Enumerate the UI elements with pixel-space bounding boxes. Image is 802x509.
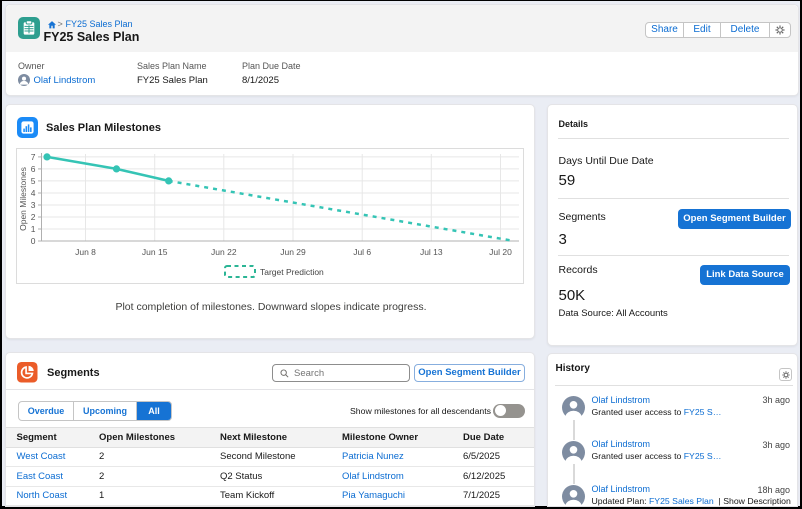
svg-text:0: 0 — [31, 236, 36, 246]
svg-text:Jun 22: Jun 22 — [211, 247, 237, 257]
svg-text:Open Milestones: Open Milestones — [18, 167, 28, 231]
svg-text:Jun 8: Jun 8 — [75, 247, 96, 257]
svg-text:Jun 15: Jun 15 — [142, 247, 168, 257]
svg-text:1: 1 — [31, 224, 36, 234]
svg-text:4: 4 — [31, 188, 36, 198]
svg-text:Jun 29: Jun 29 — [280, 247, 306, 257]
svg-text:Jul 13: Jul 13 — [420, 247, 443, 257]
svg-text:3: 3 — [31, 200, 36, 210]
svg-text:7: 7 — [31, 152, 36, 162]
svg-text:5: 5 — [31, 176, 36, 186]
svg-text:2: 2 — [31, 212, 36, 222]
svg-text:Target Prediction: Target Prediction — [260, 267, 324, 277]
svg-text:Jul 20: Jul 20 — [489, 247, 512, 257]
svg-text:Jul 6: Jul 6 — [353, 247, 371, 257]
svg-text:6: 6 — [31, 164, 36, 174]
